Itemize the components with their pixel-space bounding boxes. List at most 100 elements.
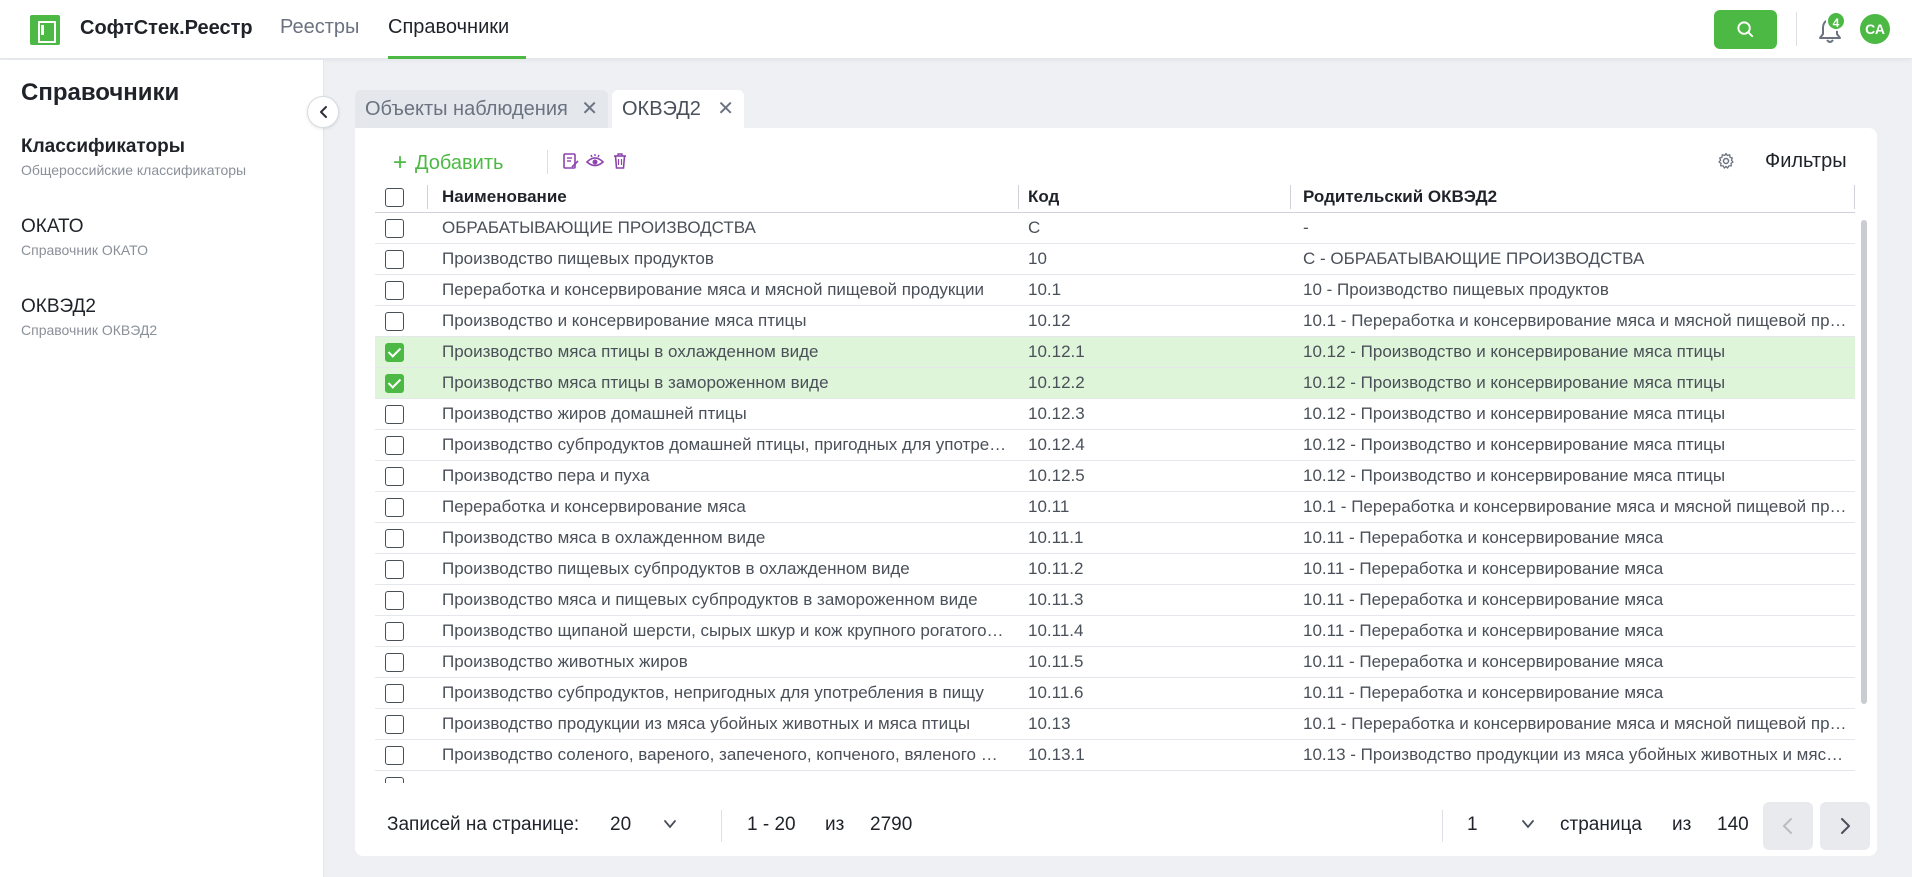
sidebar-item-subtitle: Общероссийские классификаторы: [21, 162, 247, 178]
cell-name: Производство продукции из мяса убойных ж…: [442, 714, 971, 733]
row-checkbox[interactable]: [385, 405, 404, 424]
row-checkbox[interactable]: [385, 715, 404, 734]
table-row[interactable]: Производство щипаной шерсти, сырых шкур …: [375, 616, 1855, 647]
add-button[interactable]: + Добавить: [393, 148, 503, 176]
sidebar-item-subtitle: Справочник ОКАТО: [21, 242, 148, 258]
cell-code: 10.11.4: [1028, 621, 1084, 640]
row-checkbox[interactable]: [385, 374, 404, 393]
select-all-cell: [375, 182, 413, 212]
cell-parent: 10.11 - Переработка и консервирование мя…: [1303, 528, 1664, 547]
row-checkbox[interactable]: [385, 622, 404, 641]
close-icon[interactable]: ✕: [717, 90, 734, 128]
nav-registries[interactable]: Реестры: [280, 16, 359, 59]
column-separator[interactable]: [1854, 185, 1855, 209]
tab-observation-objects[interactable]: Объекты наблюдения ✕: [355, 90, 608, 128]
sidebar-item-okved2[interactable]: ОКВЭД2 Справочник ОКВЭД2: [21, 296, 157, 338]
cell-name: Производство и консервирование мяса птиц…: [442, 311, 807, 330]
row-checkbox-cell: [375, 709, 413, 739]
cell-code: C: [1028, 218, 1041, 237]
filters-button[interactable]: Фильтры: [1765, 150, 1847, 173]
prev-page-button[interactable]: [1763, 802, 1813, 850]
row-checkbox[interactable]: [385, 529, 404, 548]
edit-icon[interactable]: [562, 152, 580, 170]
sidebar-item-subtitle: Справочник ОКВЭД2: [21, 322, 158, 338]
row-checkbox[interactable]: [385, 498, 404, 517]
row-checkbox[interactable]: [385, 746, 404, 765]
column-separator[interactable]: [427, 185, 428, 209]
row-checkbox[interactable]: [385, 684, 404, 703]
records-of-label: из: [825, 814, 845, 835]
view-icon[interactable]: [586, 152, 604, 170]
user-avatar[interactable]: СА: [1860, 14, 1890, 44]
table-row[interactable]: ОБРАБАТЫВАЮЩИЕ ПРОИЗВОДСТВА C -: [375, 213, 1855, 244]
cell-parent: 10.12 - Производство и консервирование м…: [1303, 404, 1726, 423]
page-select[interactable]: 1: [1467, 814, 1478, 836]
sidebar-item-classifiers[interactable]: Классификаторы Общероссийские классифика…: [21, 136, 246, 178]
cell-code: 10.11.5: [1028, 652, 1084, 671]
cell-parent: 10.12 - Производство и консервирование м…: [1303, 466, 1726, 485]
chevron-down-icon[interactable]: [663, 817, 677, 831]
table-row[interactable]: Производство пищевых субпродуктов в охла…: [375, 554, 1855, 585]
cell-name: Производство животных жиров: [442, 652, 688, 671]
app-logo-icon[interactable]: [30, 15, 60, 45]
cell-parent: C - ОБРАБАТЫВАЮЩИЕ ПРОИЗВОДСТВА: [1303, 249, 1645, 268]
cell-code: 10.11.3: [1028, 590, 1084, 609]
column-separator[interactable]: [1018, 185, 1019, 209]
column-header-parent[interactable]: Родительский ОКВЭД2: [1303, 182, 1849, 212]
row-checkbox-cell: [375, 554, 413, 584]
row-checkbox[interactable]: [385, 436, 404, 455]
app-brand[interactable]: СофтСтек.Реестр: [80, 17, 253, 40]
row-checkbox[interactable]: [385, 312, 404, 331]
close-icon[interactable]: ✕: [581, 90, 598, 128]
row-checkbox[interactable]: [385, 250, 404, 269]
gear-icon[interactable]: [1717, 152, 1735, 170]
table-row[interactable]: Производство и консервирование мяса птиц…: [375, 306, 1855, 337]
column-header-name[interactable]: Наименование: [442, 182, 1007, 212]
table-row[interactable]: Производство мяса и пищевых субпродуктов…: [375, 585, 1855, 616]
row-checkbox[interactable]: [385, 343, 404, 362]
table-row[interactable]: Производство субпродуктов, непригодных д…: [375, 678, 1855, 709]
cell-code: 10.1: [1028, 280, 1062, 299]
chevron-left-icon: [1783, 818, 1792, 834]
table-row[interactable]: Производство мяса птицы в охлажденном ви…: [375, 337, 1855, 368]
row-checkbox[interactable]: [385, 653, 404, 672]
sidebar-collapse-button[interactable]: [307, 96, 339, 128]
nav-references[interactable]: Справочники: [388, 16, 526, 59]
row-checkbox-cell: [375, 585, 413, 615]
table-row[interactable]: Производство пера и пуха 10.12.5 10.12 - П…: [375, 461, 1855, 492]
column-separator[interactable]: [1290, 185, 1291, 209]
table-row[interactable]: Производство соленого, вареного, запечен…: [375, 740, 1855, 771]
row-checkbox[interactable]: [385, 281, 404, 300]
chevron-down-icon[interactable]: [1521, 817, 1535, 831]
select-all-checkbox[interactable]: [385, 188, 404, 207]
tab-okved2[interactable]: ОКВЭД2 ✕: [612, 90, 744, 128]
row-checkbox[interactable]: [385, 591, 404, 610]
search-button[interactable]: [1714, 10, 1777, 49]
next-page-button[interactable]: [1820, 802, 1870, 850]
table-row[interactable]: Производство мяса птицы в замороженном в…: [375, 368, 1855, 399]
table-row[interactable]: Производство продукции из мяса убойных ж…: [375, 709, 1855, 740]
table-row[interactable]: Переработка и консервирование мяса и мяс…: [375, 275, 1855, 306]
row-checkbox-cell: [375, 337, 413, 367]
row-checkbox[interactable]: [385, 560, 404, 579]
cell-name: Производство мяса птицы в замороженном в…: [442, 373, 829, 392]
cell-parent: 10.11 - Переработка и консервирование мя…: [1303, 590, 1664, 609]
row-checkbox[interactable]: [385, 777, 404, 783]
row-checkbox[interactable]: [385, 219, 404, 238]
top-divider: [1796, 12, 1797, 46]
table-row[interactable]: Производство пищевых продуктов 10 C - ОБРА…: [375, 244, 1855, 275]
row-checkbox-cell: [375, 368, 413, 398]
table-row[interactable]: Производство животных жиров 10.11.5 10.11 …: [375, 647, 1855, 678]
table-row[interactable]: Производство мяса в охлажденном виде 10.1…: [375, 523, 1855, 554]
sidebar-item-okato[interactable]: ОКАТО Справочник ОКАТО: [21, 216, 148, 258]
table-scrollbar[interactable]: [1861, 220, 1867, 704]
trash-icon[interactable]: [611, 152, 629, 170]
cell-parent: 10.11 - Переработка и консервирование мя…: [1303, 652, 1664, 671]
column-header-code[interactable]: Код: [1028, 182, 1288, 212]
table-row[interactable]: Производство жиров домашней птицы 10.12.3…: [375, 399, 1855, 430]
row-checkbox[interactable]: [385, 467, 404, 486]
per-page-select[interactable]: 20: [610, 814, 631, 836]
table-row[interactable]: Переработка и консервирование мяса 10.11 1…: [375, 492, 1855, 523]
table-row[interactable]: Производство субпродуктов домашней птицы…: [375, 430, 1855, 461]
row-checkbox-cell: [375, 399, 413, 429]
